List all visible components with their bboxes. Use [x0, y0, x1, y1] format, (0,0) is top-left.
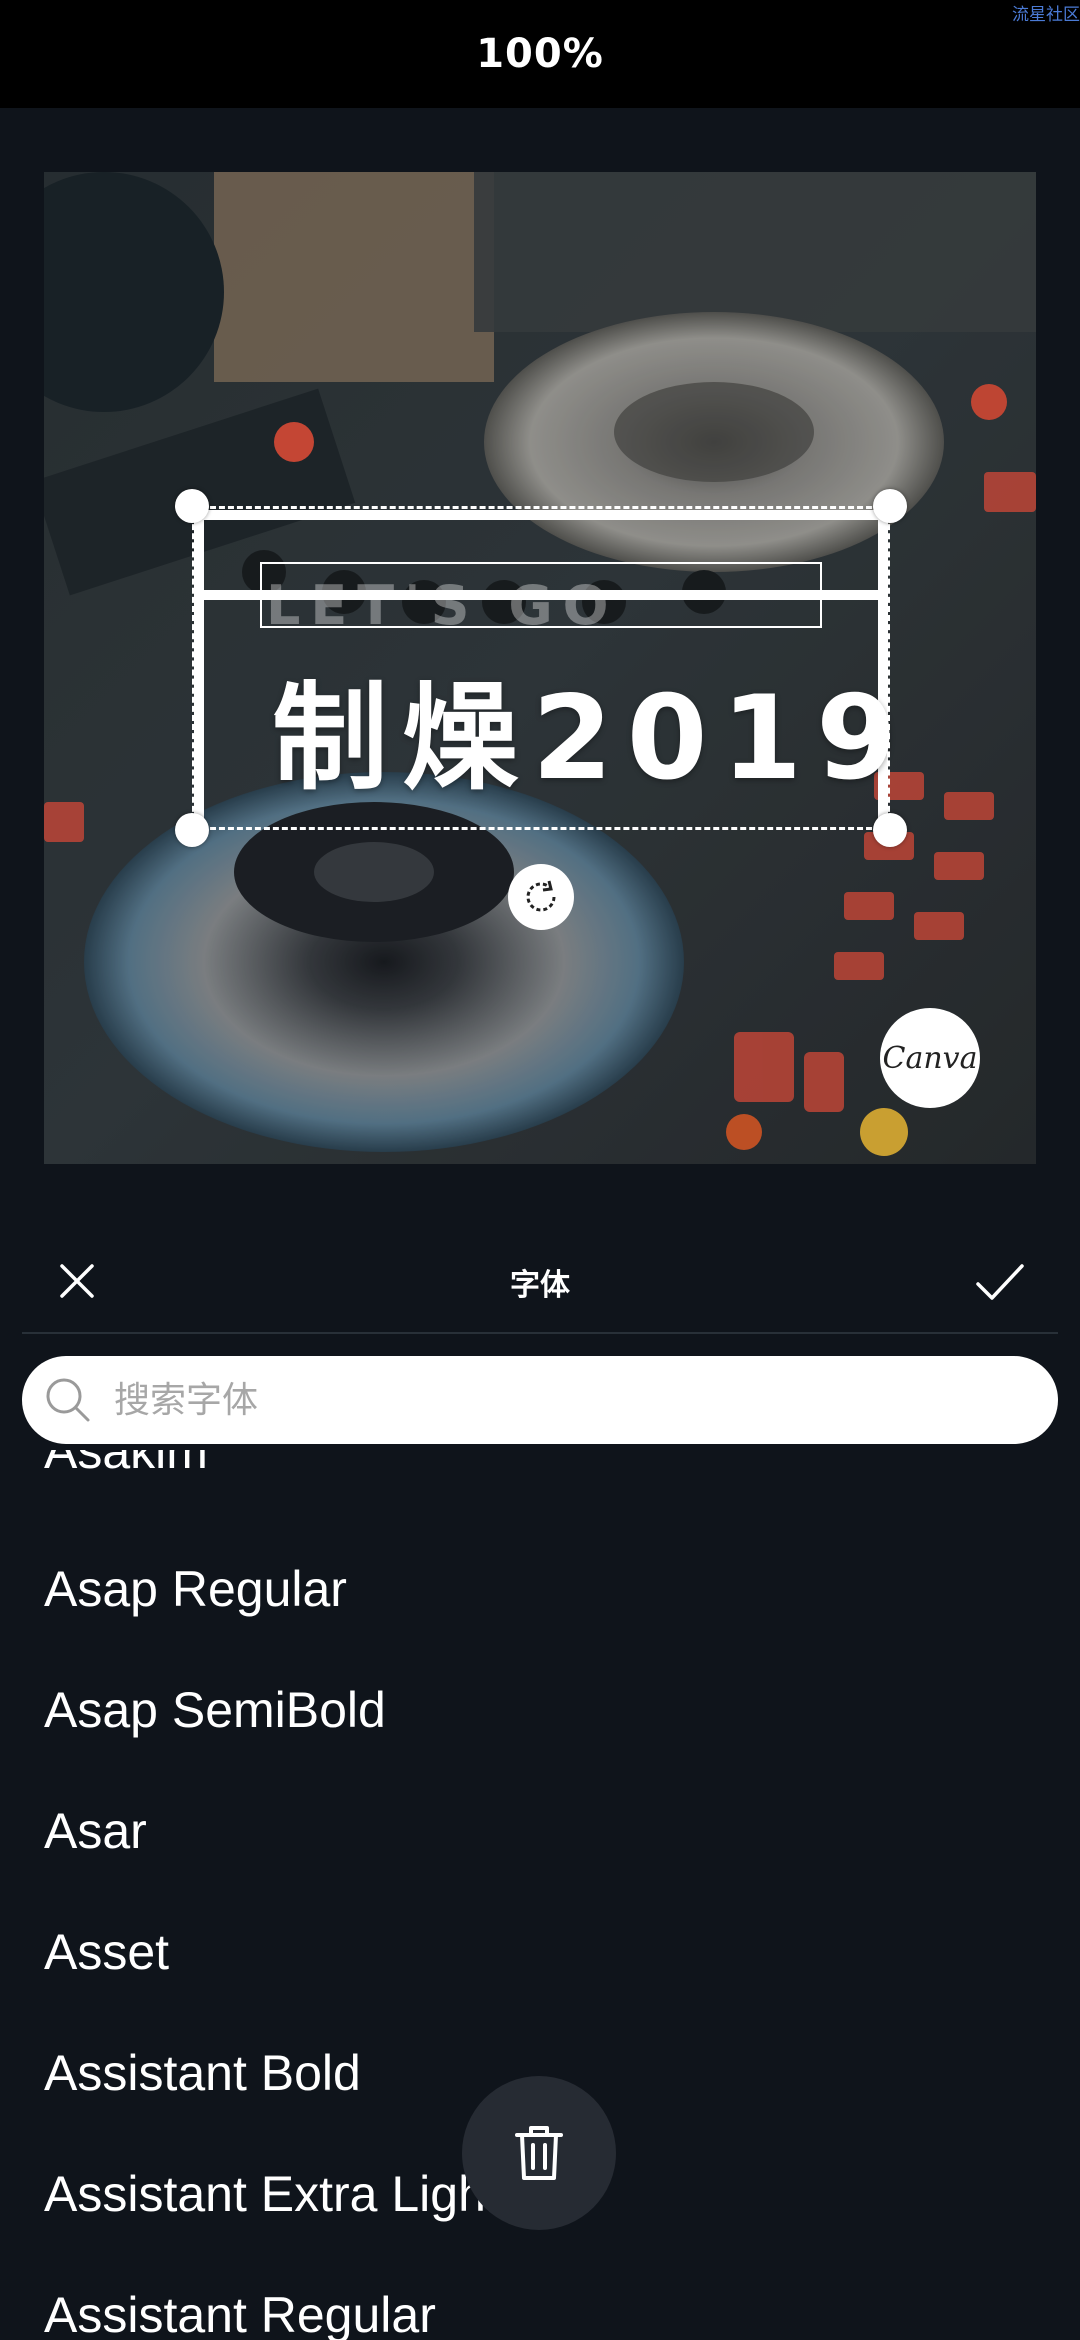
- canva-logo: Canva: [880, 1008, 980, 1108]
- font-item-assistant-bold[interactable]: Assistant Bold: [44, 2044, 361, 2102]
- zoom-level[interactable]: 100%: [476, 31, 604, 77]
- font-item-assistant-extra-light[interactable]: Assistant Extra Light: [44, 2165, 500, 2223]
- font-item-asap-regular[interactable]: Asap Regular: [44, 1560, 347, 1618]
- rotate-button[interactable]: [508, 864, 574, 930]
- font-item-assistant-regular[interactable]: Assistant Regular: [44, 2286, 436, 2340]
- panel-title: 字体: [510, 1268, 570, 1303]
- design-canvas[interactable]: LET'S GO 制燥2019 Canva: [44, 172, 1036, 1164]
- font-item-asakim[interactable]: Asakim: [44, 1450, 208, 1480]
- top-bar: 100%: [0, 0, 1080, 108]
- selection-box[interactable]: [192, 506, 890, 830]
- search-icon: [46, 1378, 90, 1422]
- font-item-asset[interactable]: Asset: [44, 1923, 169, 1981]
- font-search-input[interactable]: [112, 1378, 996, 1422]
- font-panel-header: 字体: [22, 1232, 1058, 1334]
- resize-handle-bottom-right[interactable]: [873, 813, 907, 847]
- canva-logo-text: Canva: [882, 1040, 978, 1076]
- delete-button[interactable]: [462, 2076, 616, 2230]
- font-item-asap-semibold[interactable]: Asap SemiBold: [44, 1681, 386, 1739]
- rotate-icon: [526, 880, 556, 912]
- watermark: 流星社区: [1012, 5, 1080, 25]
- font-search-bar[interactable]: [22, 1356, 1058, 1444]
- check-icon[interactable]: [972, 1254, 1028, 1310]
- resize-handle-bottom-left[interactable]: [175, 813, 209, 847]
- resize-handle-top-right[interactable]: [873, 489, 907, 523]
- font-item-asar[interactable]: Asar: [44, 1802, 147, 1860]
- trash-icon: [515, 2126, 563, 2180]
- resize-handle-top-left[interactable]: [175, 489, 209, 523]
